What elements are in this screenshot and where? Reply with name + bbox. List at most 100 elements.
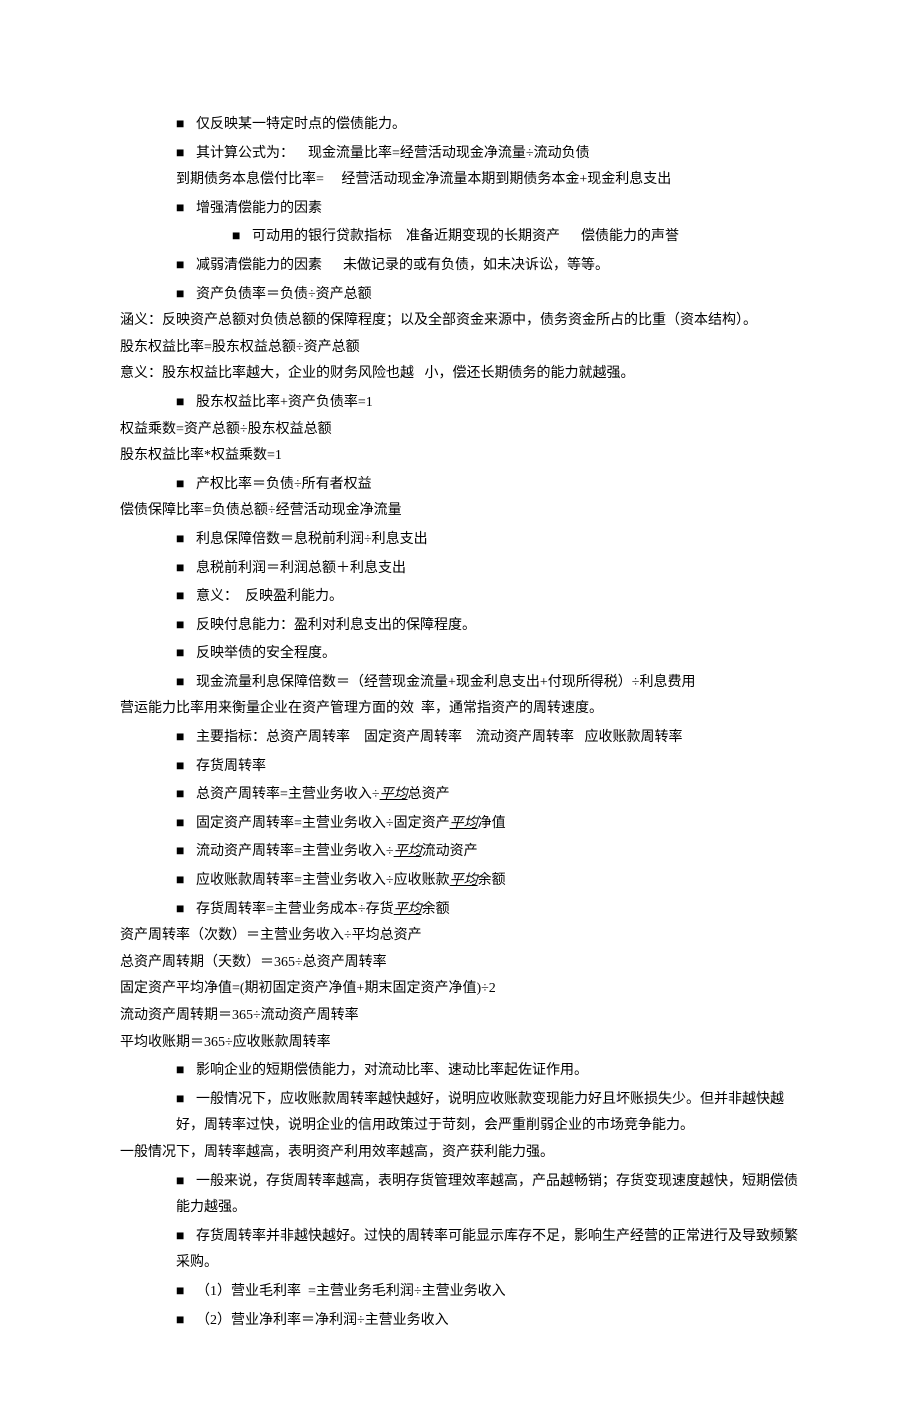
square-bullet-icon: ■ (176, 611, 196, 638)
square-bullet-icon: ■ (176, 1167, 196, 1194)
text-line: ■（1）营业毛利率 =主营业务毛利润÷主营业务收入 (120, 1277, 800, 1306)
text-line: 股东权益比率*权益乘数=1 (120, 443, 800, 470)
text-run: 其计算公式为： 现金流量比率=经营活动现金净流量÷流动负债 (196, 146, 590, 161)
text-run: 净值 (478, 816, 506, 831)
text-run: 影响企业的短期偿债能力，对流动比率、速动比率起佐证作用。 (196, 1063, 588, 1078)
text-run: 存货周转率 (196, 759, 266, 774)
square-bullet-icon: ■ (176, 582, 196, 609)
text-run: 股东权益比率=股东权益总额÷资产总额 (120, 340, 360, 355)
text-line: ■仅反映某一特定时点的偿债能力。 (120, 110, 800, 139)
text-line: ■总资产周转率=主营业务收入÷平均总资产 (120, 780, 800, 809)
text-line: ■应收账款周转率=主营业务收入÷应收账款平均余额 (120, 866, 800, 895)
underlined-term: 平均 (394, 902, 422, 917)
square-bullet-icon: ■ (176, 251, 196, 278)
text-line: ■一般来说，存货周转率越高，表明存货管理效率越高，产品越畅销；存货变现速度越快，… (120, 1167, 800, 1222)
square-bullet-icon: ■ (176, 110, 196, 137)
square-bullet-icon: ■ (176, 139, 196, 166)
text-run: 资产周转率（次数）＝主营业务收入÷平均总资产 (120, 928, 422, 943)
text-line: 营运能力比率用来衡量企业在资产管理方面的效 率，通常指资产的周转速度。 (120, 696, 800, 723)
text-line: 平均收账期＝365÷应收账款周转率 (120, 1030, 800, 1057)
square-bullet-icon: ■ (176, 525, 196, 552)
text-run: 涵义：反映资产总额对负债总额的保障程度；以及全部资金来源中，债务资金所占的比重（… (120, 313, 757, 328)
text-run: 反映付息能力：盈利对利息支出的保障程度。 (196, 618, 476, 633)
text-line: 权益乘数=资产总额÷股东权益总额 (120, 417, 800, 444)
text-run: 总资产周转率=主营业务收入÷ (196, 787, 380, 802)
text-line: 资产周转率（次数）＝主营业务收入÷平均总资产 (120, 923, 800, 950)
square-bullet-icon: ■ (176, 639, 196, 666)
text-line: ■其计算公式为： 现金流量比率=经营活动现金净流量÷流动负债 (120, 139, 800, 168)
text-run: 固定资产周转率=主营业务收入÷固定资产 (196, 816, 450, 831)
square-bullet-icon: ■ (176, 1306, 196, 1333)
text-run: 应收账款周转率=主营业务收入÷应收账款 (196, 873, 450, 888)
text-run: 营运能力比率用来衡量企业在资产管理方面的效 率，通常指资产的周转速度。 (120, 701, 603, 716)
square-bullet-icon: ■ (176, 194, 196, 221)
square-bullet-icon: ■ (176, 388, 196, 415)
text-run: 存货周转率=主营业务成本÷存货 (196, 902, 394, 917)
text-run: 仅反映某一特定时点的偿债能力。 (196, 117, 406, 132)
text-line: 固定资产平均净值=(期初固定资产净值+期末固定资产净值)÷2 (120, 976, 800, 1003)
text-run: 总资产 (408, 787, 450, 802)
text-line: ■影响企业的短期偿债能力，对流动比率、速动比率起佐证作用。 (120, 1056, 800, 1085)
text-run: 股东权益比率+资产负债率=1 (196, 395, 373, 410)
text-line: ■反映付息能力：盈利对利息支出的保障程度。 (120, 611, 800, 640)
square-bullet-icon: ■ (176, 470, 196, 497)
text-line: ■意义： 反映盈利能力。 (120, 582, 800, 611)
text-line: 总资产周转期（天数）＝365÷总资产周转率 (120, 950, 800, 977)
square-bullet-icon: ■ (176, 1085, 196, 1112)
text-run: 资产负债率＝负债÷资产总额 (196, 287, 372, 302)
square-bullet-icon: ■ (176, 809, 196, 836)
text-line: ■存货周转率并非越快越好。过快的周转率可能显示库存不足，影响生产经营的正常进行及… (120, 1222, 800, 1277)
text-run: 流动资产周转期＝365÷流动资产周转率 (120, 1008, 359, 1023)
text-line: 到期债务本息偿付比率= 经营活动现金净流量本期到期债务本金+现金利息支出 (120, 167, 800, 194)
text-line: ■存货周转率 (120, 752, 800, 781)
square-bullet-icon: ■ (176, 866, 196, 893)
square-bullet-icon: ■ (176, 1056, 196, 1083)
text-run: 存货周转率并非越快越好。过快的周转率可能显示库存不足，影响生产经营的正常进行及导… (176, 1229, 798, 1271)
text-run: 一般来说，存货周转率越高，表明存货管理效率越高，产品越畅销；存货变现速度越快，短… (176, 1174, 798, 1216)
text-run: （1）营业毛利率 =主营业务毛利润÷主营业务收入 (196, 1284, 506, 1299)
text-run: 增强清偿能力的因素 (196, 201, 322, 216)
text-line: ■一般情况下，应收账款周转率越快越好，说明应收账款变现能力好且坏账损失少。但并非… (120, 1085, 800, 1140)
square-bullet-icon: ■ (232, 222, 252, 249)
text-line: ■主要指标：总资产周转率 固定资产周转率 流动资产周转率 应收账款周转率 (120, 723, 800, 752)
text-line: ■息税前利润＝利润总额＋利息支出 (120, 554, 800, 583)
text-run: 股东权益比率*权益乘数=1 (120, 448, 282, 463)
text-run: 一般情况下，应收账款周转率越快越好，说明应收账款变现能力好且坏账损失少。但并非越… (176, 1092, 784, 1134)
document-page: ■仅反映某一特定时点的偿债能力。■其计算公式为： 现金流量比率=经营活动现金净流… (0, 0, 920, 1424)
square-bullet-icon: ■ (176, 554, 196, 581)
text-run: 反映举债的安全程度。 (196, 646, 336, 661)
text-line: 偿债保障比率=负债总额÷经营活动现金净流量 (120, 498, 800, 525)
square-bullet-icon: ■ (176, 837, 196, 864)
underlined-term: 平均 (380, 787, 408, 802)
text-line: ■固定资产周转率=主营业务收入÷固定资产平均净值 (120, 809, 800, 838)
text-run: 一般情况下，周转率越高，表明资产利用效率越高，资产获利能力强。 (120, 1145, 554, 1160)
text-run: 固定资产平均净值=(期初固定资产净值+期末固定资产净值)÷2 (120, 981, 496, 996)
text-run: （2）营业净利率＝净利润÷主营业务收入 (196, 1313, 449, 1328)
square-bullet-icon: ■ (176, 780, 196, 807)
text-line: ■反映举债的安全程度。 (120, 639, 800, 668)
text-line: ■利息保障倍数＝息税前利润÷利息支出 (120, 525, 800, 554)
square-bullet-icon: ■ (176, 668, 196, 695)
text-line: 流动资产周转期＝365÷流动资产周转率 (120, 1003, 800, 1030)
underlined-term: 平均 (450, 816, 478, 831)
text-run: 流动资产周转率=主营业务收入÷ (196, 844, 394, 859)
text-run: 产权比率＝负债÷所有者权益 (196, 477, 372, 492)
text-line: 一般情况下，周转率越高，表明资产利用效率越高，资产获利能力强。 (120, 1140, 800, 1167)
square-bullet-icon: ■ (176, 1222, 196, 1249)
square-bullet-icon: ■ (176, 280, 196, 307)
text-line: ■可动用的银行贷款指标 准备近期变现的长期资产 偿债能力的声誉 (120, 222, 800, 251)
square-bullet-icon: ■ (176, 895, 196, 922)
text-line: ■产权比率＝负债÷所有者权益 (120, 470, 800, 499)
text-run: 现金流量利息保障倍数＝（经营现金流量+现金利息支出+付现所得税）÷利息费用 (196, 675, 695, 690)
text-run: 总资产周转期（天数）＝365÷总资产周转率 (120, 955, 387, 970)
text-run: 余额 (422, 902, 450, 917)
underlined-term: 平均 (450, 873, 478, 888)
text-line: 股东权益比率=股东权益总额÷资产总额 (120, 335, 800, 362)
text-run: 流动资产 (422, 844, 478, 859)
text-run: 息税前利润＝利润总额＋利息支出 (196, 561, 406, 576)
text-line: ■存货周转率=主营业务成本÷存货平均余额 (120, 895, 800, 924)
text-run: 利息保障倍数＝息税前利润÷利息支出 (196, 532, 428, 547)
text-line: ■流动资产周转率=主营业务收入÷平均流动资产 (120, 837, 800, 866)
text-run: 意义： 反映盈利能力。 (196, 589, 343, 604)
text-run: 到期债务本息偿付比率= 经营活动现金净流量本期到期债务本金+现金利息支出 (176, 172, 671, 187)
